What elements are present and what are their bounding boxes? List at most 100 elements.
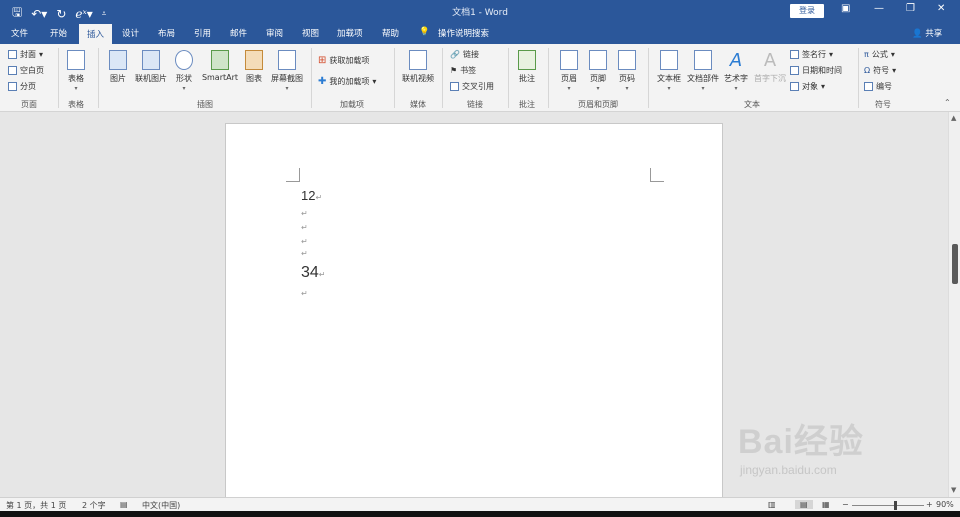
tab-view[interactable]: 视图 [302, 27, 319, 39]
tell-me-search[interactable]: 操作说明搜索 [438, 27, 489, 39]
page-count[interactable]: 第 1 页，共 1 页 [6, 500, 66, 511]
share-button[interactable]: 👤 共享 [912, 27, 942, 39]
link-button[interactable]: 🔗 链接 [450, 49, 479, 60]
comment-button[interactable]: 批注 [514, 50, 540, 84]
divider [548, 48, 549, 108]
document-page[interactable]: 12↵ ↵ ↵ ↵ ↵ 34↵ ↵ [225, 123, 723, 498]
smartart-button[interactable]: SmartArt [200, 50, 240, 82]
proofing-icon[interactable]: ▤ [120, 500, 128, 509]
date-time-button[interactable]: 日期和时间 [790, 65, 842, 76]
cover-icon [8, 50, 17, 59]
scroll-up-icon[interactable]: ▲ [951, 114, 956, 122]
dropcap-label: 首字下沉 [754, 74, 786, 83]
tab-addins[interactable]: 加载项 [337, 27, 363, 39]
divider [858, 48, 859, 108]
bookmark-button[interactable]: ⚑ 书签 [450, 65, 476, 76]
shapes-button[interactable]: 形状 ▾ [172, 50, 196, 92]
scroll-thumb[interactable] [952, 244, 958, 284]
page-break-icon [8, 82, 17, 91]
numbering-button[interactable]: 编号 [864, 81, 892, 92]
margin-corner-top-right [650, 168, 664, 182]
paragraph[interactable]: ↵ [301, 236, 308, 246]
store-icon: ⊞ [318, 55, 327, 66]
tab-layout[interactable]: 布局 [158, 27, 175, 39]
blank-label: 空白页 [20, 66, 44, 75]
paragraph[interactable]: ↵ [301, 288, 308, 298]
tab-review[interactable]: 审阅 [266, 27, 283, 39]
smartart-icon [211, 50, 229, 70]
wordart-icon: A [729, 50, 743, 71]
paragraph[interactable]: ↵ [301, 222, 308, 232]
print-layout-icon[interactable]: ▤ [795, 500, 813, 509]
paragraph[interactable]: 12↵ [301, 188, 322, 203]
dropcap-button[interactable]: A 首字下沉 [752, 50, 788, 84]
paragraph[interactable]: ↵ [301, 248, 308, 258]
textbox-button[interactable]: 文本框 ▾ [654, 50, 684, 92]
scroll-down-icon[interactable]: ▼ [951, 486, 956, 494]
close-icon[interactable]: ✕ [937, 3, 945, 14]
bookmark-label: 书签 [460, 66, 477, 75]
tab-home[interactable]: 开始 [50, 27, 67, 39]
wordart-button[interactable]: A 艺术字 ▾ [722, 50, 750, 92]
footer-button[interactable]: 页脚 ▾ [585, 50, 611, 92]
tab-design[interactable]: 设计 [122, 27, 139, 39]
zoom-slider-knob[interactable] [894, 501, 898, 510]
pi-icon: π [864, 50, 869, 59]
word-count[interactable]: 2 个字 [82, 500, 106, 511]
table-button[interactable]: 表格 ▾ [63, 50, 89, 92]
word-window: 🖫 ↶▾ ↻ eˣ▾ ⩡ 文档1 - Word 登录 ▣ — ❐ ✕ 文件 开始… [0, 0, 960, 517]
paragraph[interactable]: ↵ [301, 208, 308, 218]
group-label-symbols: 符号 [875, 100, 891, 109]
equation-button[interactable]: π 公式 ▾ [864, 49, 895, 60]
cover-page-button[interactable]: 封面 ▾ [8, 49, 43, 60]
paragraph-mark: ↵ [318, 270, 326, 279]
comment-icon [518, 50, 536, 70]
online-picture-button[interactable]: 联机图片 [133, 50, 169, 84]
textbox-label: 文本框 [657, 74, 681, 83]
quick-parts-label: 文档部件 [687, 74, 719, 83]
group-label-media: 媒体 [410, 100, 426, 109]
tab-insert[interactable]: 插入 [79, 24, 113, 44]
login-button[interactable]: 登录 [790, 4, 824, 18]
blank-page-button[interactable]: 空白页 [8, 65, 44, 76]
tab-file[interactable]: 文件 [11, 27, 28, 39]
get-addins-button[interactable]: ⊞ 获取加载项 [318, 55, 369, 66]
chart-button[interactable]: 图表 [243, 50, 265, 84]
restore-icon[interactable]: ❐ [906, 3, 915, 14]
tab-mailings[interactable]: 邮件 [230, 27, 247, 39]
read-mode-icon[interactable]: ▥ [768, 500, 776, 509]
collapse-ribbon-icon[interactable]: ⌃ [944, 98, 951, 107]
page-number-button[interactable]: 页码 ▾ [614, 50, 640, 92]
taskbar-strip [0, 511, 960, 517]
vertical-scrollbar[interactable]: ▲ ▼ [948, 112, 960, 497]
zoom-level[interactable]: 90% [936, 500, 954, 509]
object-button[interactable]: 对象 ▾ [790, 81, 825, 92]
quick-parts-button[interactable]: 文档部件 ▾ [686, 50, 720, 92]
textbox-icon [660, 50, 678, 70]
zoom-out-icon[interactable]: − [842, 500, 849, 509]
online-video-button[interactable]: 联机视频 [400, 50, 436, 84]
zoom-slider[interactable] [852, 501, 924, 510]
divider [311, 48, 312, 108]
symbol-button[interactable]: Ω 符号 ▾ [864, 65, 896, 76]
screenshot-label: 屏幕截图 [271, 74, 303, 83]
my-addins-button[interactable]: ✚ 我的加载项 ▾ [318, 76, 376, 87]
picture-button[interactable]: 图片 [106, 50, 130, 84]
screenshot-button[interactable]: 屏幕截图 ▾ [268, 50, 306, 92]
page-number-icon [618, 50, 636, 70]
cross-reference-button[interactable]: 交叉引用 [450, 81, 494, 92]
zoom-in-icon[interactable]: + [926, 500, 933, 509]
tab-help[interactable]: 帮助 [382, 27, 399, 39]
page-break-button[interactable]: 分页 [8, 81, 36, 92]
web-layout-icon[interactable]: ▦ [822, 500, 830, 509]
puzzle-icon: ✚ [318, 76, 327, 87]
header-button[interactable]: 页眉 ▾ [556, 50, 582, 92]
signature-line-button[interactable]: 签名行 ▾ [790, 49, 833, 60]
language-indicator[interactable]: 中文(中国) [142, 500, 180, 511]
tab-references[interactable]: 引用 [194, 27, 211, 39]
margin-corner-top-left [286, 168, 300, 182]
ribbon-display-icon[interactable]: ▣ [841, 3, 850, 14]
minimize-icon[interactable]: — [874, 3, 884, 14]
break-label: 分页 [20, 82, 36, 91]
paragraph[interactable]: 34↵ [301, 264, 326, 282]
